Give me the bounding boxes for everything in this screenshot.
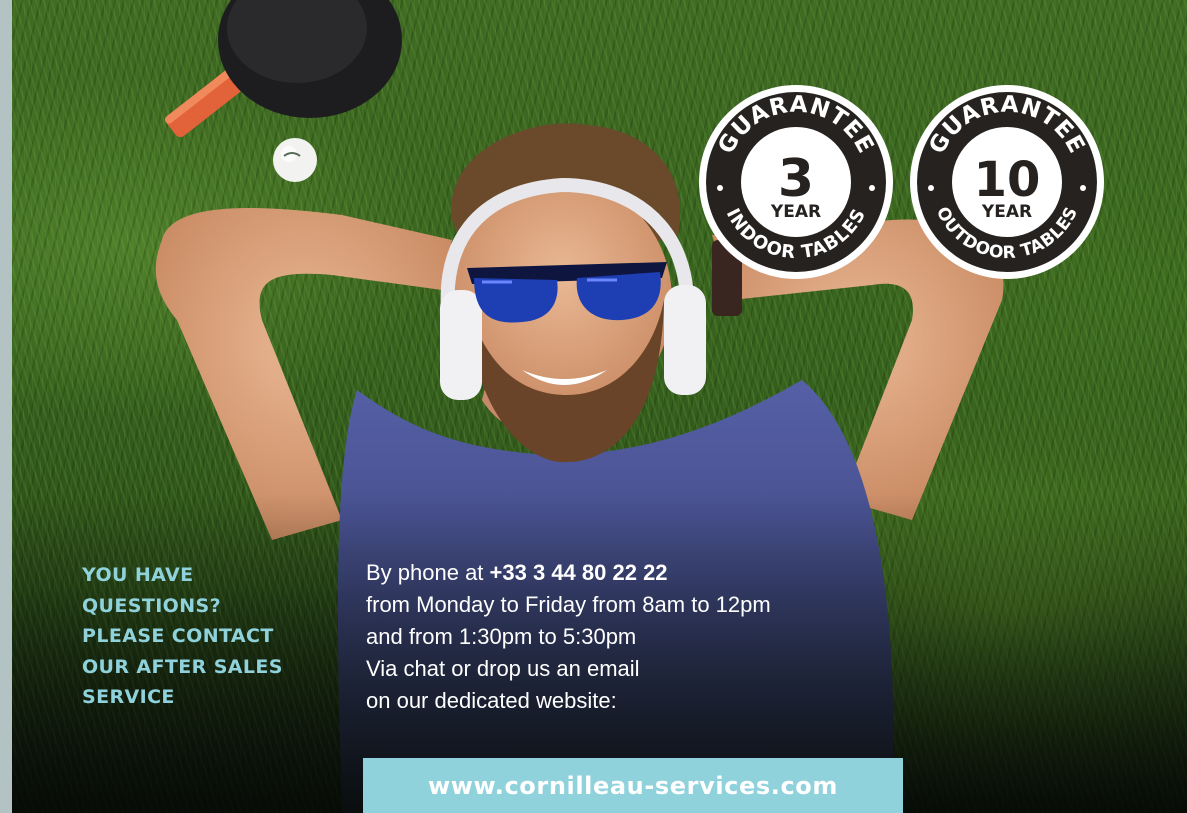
phone-prefix: By phone at [366,560,490,585]
phone-line: By phone at +33 3 44 80 22 22 [366,557,926,589]
contact-heading-line: PLEASE CONTACT [82,625,274,647]
contact-heading-line: QUESTIONS? [82,594,222,617]
guarantee-badge-3-year: GUARANTEE INDOOR TABLES 3 YEAR [698,84,894,280]
contact-heading-line: YOU HAVE [82,564,194,586]
badge-number: 3 [778,149,814,209]
contact-heading: YOU HAVE QUESTIONS? PLEASE CONTACT OUR A… [82,560,352,713]
badge-unit: YEAR [770,202,821,222]
email-line: Via chat or drop us an email [366,656,640,681]
website-banner[interactable]: www.cornilleau-services.com [363,758,903,813]
after-sales-flyer: GUARANTEE INDOOR TABLES 3 YEAR GUARANTEE [0,0,1187,813]
badge-number: 10 [974,152,1041,208]
contact-heading-line: SERVICE [82,686,175,708]
phone-number[interactable]: +33 3 44 80 22 22 [490,560,668,585]
hours-line: from Monday to Friday from 8am to 12pm [366,592,771,617]
website-link[interactable]: www.cornilleau-services.com [428,772,838,800]
hours-line: and from 1:30pm to 5:30pm [366,624,637,649]
guarantee-badge-10-year: GUARANTEE OUTDOOR TABLES 10 YEAR [909,84,1105,280]
badge-unit: YEAR [981,202,1032,222]
left-edge-strip [0,0,12,813]
contact-heading-line: OUR AFTER SALES [82,655,283,678]
contact-details: By phone at +33 3 44 80 22 22 from Monda… [366,557,926,717]
website-intro-line: on our dedicated website: [366,688,617,713]
